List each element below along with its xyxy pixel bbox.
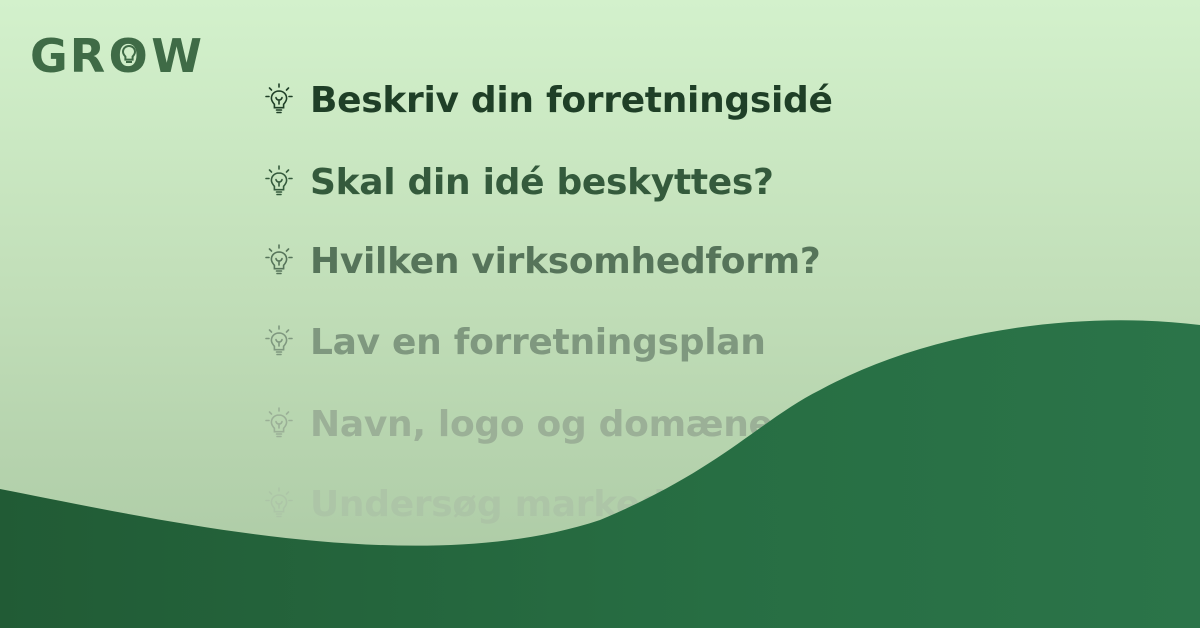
banner: GRO W Beskriv din forretningsidé Skal din… bbox=[0, 0, 1200, 628]
green-wave bbox=[0, 320, 1200, 628]
